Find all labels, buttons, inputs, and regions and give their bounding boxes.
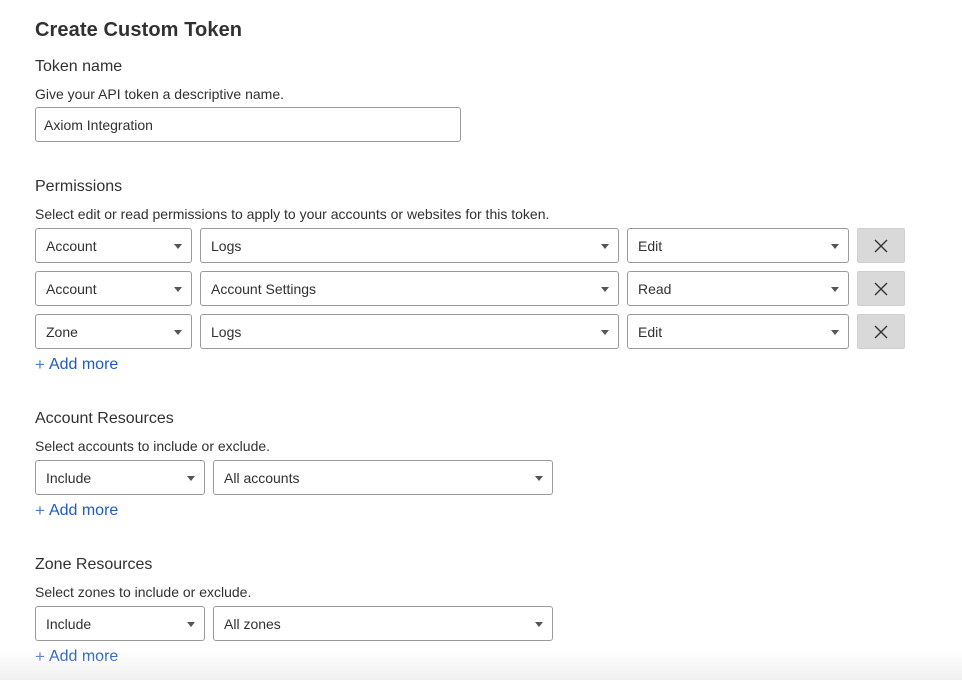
close-icon [874,239,888,252]
chevron-down-icon [831,287,839,292]
permissions-label: Permissions [35,178,123,195]
account-resource-mode-select[interactable]: Include [35,460,205,495]
permissions-description: Select edit or read permissions to apply… [35,206,550,222]
token-name-description: Give your API token a descriptive name. [35,86,285,102]
select-value: Account [46,280,97,297]
page-title: Create Custom Token [35,19,243,41]
remove-permission-button[interactable] [857,271,905,306]
permission-scope-select[interactable]: Account [35,271,192,306]
chevron-down-icon [535,476,543,481]
add-more-label: Add more [48,502,119,519]
chevron-down-icon [831,244,839,249]
select-value: All accounts [224,469,300,486]
zone-resource-mode-select[interactable]: Include [35,606,205,641]
token-name-label: Token name [35,58,123,75]
permission-scope-select[interactable]: Zone [35,314,192,349]
permission-level-select[interactable]: Edit [627,314,849,349]
chevron-down-icon [831,330,839,335]
permission-level-select[interactable]: Read [627,271,849,306]
plus-icon: + [35,647,45,666]
plus-icon: + [35,355,45,374]
chevron-down-icon [601,287,609,292]
chevron-down-icon [174,244,182,249]
chevron-down-icon [535,622,543,627]
select-value: Read [638,280,672,297]
add-zone-resource-link[interactable]: + Add more [35,647,118,667]
remove-permission-button[interactable] [857,314,905,349]
account-resources-description: Select accounts to include or exclude. [35,438,271,454]
add-more-label: Add more [48,356,119,373]
chevron-down-icon [174,330,182,335]
account-resources-label: Account Resources [35,410,174,427]
select-value: Account [46,237,97,254]
zone-resources-description: Select zones to include or exclude. [35,584,252,600]
chevron-down-icon [601,244,609,249]
permission-level-select[interactable]: Edit [627,228,849,263]
add-permission-link[interactable]: + Add more [35,355,118,375]
select-value: Account Settings [211,280,317,297]
remove-permission-button[interactable] [857,228,905,263]
account-resource-target-select[interactable]: All accounts [213,460,553,495]
zone-resources-label: Zone Resources [35,556,153,573]
select-value: Zone [46,323,78,340]
select-value: Logs [211,237,242,254]
chevron-down-icon [187,622,195,627]
scroll-fade [0,650,962,680]
permission-item-select[interactable]: Account Settings [200,271,619,306]
close-icon [874,325,888,338]
add-more-label: Add more [48,648,119,665]
close-icon [874,282,888,295]
plus-icon: + [35,501,45,520]
permission-item-select[interactable]: Logs [200,314,619,349]
zone-resource-target-select[interactable]: All zones [213,606,553,641]
chevron-down-icon [174,287,182,292]
chevron-down-icon [601,330,609,335]
select-value: Edit [638,323,663,340]
chevron-down-icon [187,476,195,481]
add-account-resource-link[interactable]: + Add more [35,501,118,521]
permission-scope-select[interactable]: Account [35,228,192,263]
select-value: All zones [224,615,281,632]
token-name-input[interactable] [35,107,461,142]
select-value: Include [46,469,92,486]
select-value: Logs [211,323,242,340]
select-value: Include [46,615,92,632]
select-value: Edit [638,237,663,254]
permission-item-select[interactable]: Logs [200,228,619,263]
